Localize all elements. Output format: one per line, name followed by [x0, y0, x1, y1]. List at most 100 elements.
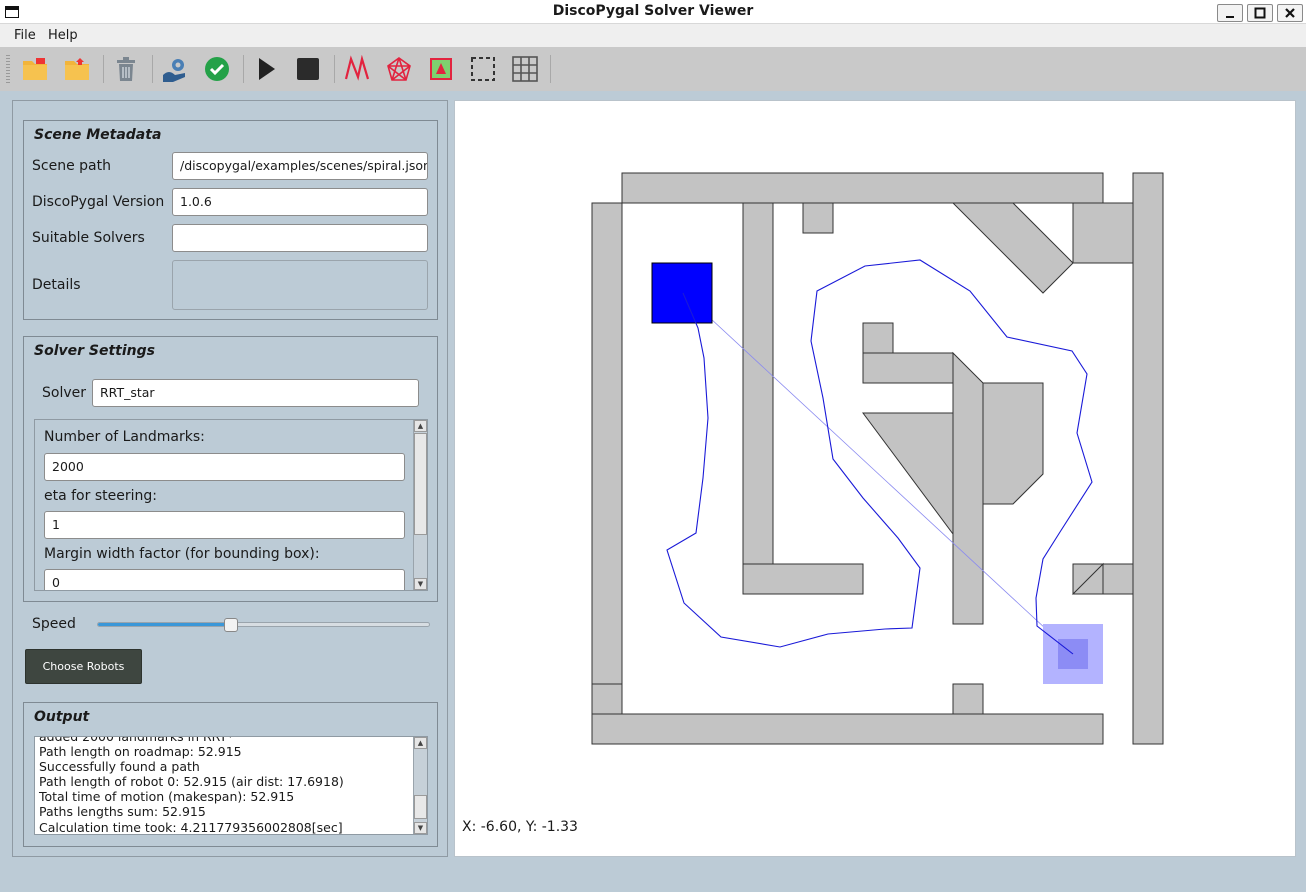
- title-bar: DiscoPygal Solver Viewer: [0, 0, 1306, 24]
- eta-label: eta for steering:: [44, 488, 157, 504]
- open-folder-button[interactable]: [61, 53, 93, 85]
- toolbar-grip[interactable]: [6, 55, 10, 83]
- close-icon: [1285, 8, 1295, 18]
- version-label: DiscoPygal Version: [32, 194, 165, 210]
- landmarks-label: Number of Landmarks:: [44, 429, 205, 445]
- obstacle: [951, 202, 1074, 294]
- scroll-up-arrow[interactable]: ▲: [414, 737, 427, 749]
- output-scrollbar[interactable]: ▲ ▼: [413, 737, 427, 834]
- toolbar-separator: [152, 55, 153, 83]
- obstacle: [591, 683, 623, 715]
- scene-path-field[interactable]: /discopygal/examples/scenes/spiral.json: [172, 152, 428, 180]
- menu-help[interactable]: Help: [48, 28, 78, 43]
- scene-canvas[interactable]: X: -6.60, Y: -1.33: [454, 100, 1296, 857]
- stop-button[interactable]: [292, 53, 324, 85]
- eta-field[interactable]: 1: [44, 511, 405, 539]
- scene-path-label: Scene path: [32, 158, 111, 174]
- obstacle: [862, 322, 894, 354]
- output-line: Total time of motion (makespan): 52.915: [39, 789, 295, 805]
- solver-params-scroll-area[interactable]: Number of Landmarks: 2000 eta for steeri…: [34, 419, 428, 591]
- obstacle: [952, 683, 984, 715]
- robot-start: [651, 262, 713, 324]
- margin-field[interactable]: 0: [44, 569, 405, 590]
- output-line: Successfully found a path: [39, 759, 200, 775]
- menu-file[interactable]: File: [14, 28, 36, 43]
- stop-icon: [297, 58, 319, 80]
- scene-drawing: [591, 172, 1164, 745]
- open-folder-icon: [65, 58, 89, 80]
- choose-robots-button[interactable]: Choose Robots: [25, 649, 142, 684]
- details-label: Details: [32, 277, 81, 293]
- obstacle: [742, 563, 864, 595]
- minimize-icon: [1226, 16, 1234, 18]
- minimize-button[interactable]: [1217, 4, 1243, 22]
- grid-button[interactable]: [509, 53, 541, 85]
- output-title: Output: [34, 709, 90, 725]
- open-scene-icon: [23, 58, 47, 80]
- suitable-solvers-label: Suitable Solvers: [32, 230, 145, 246]
- show-path-icon: [344, 55, 370, 81]
- open-scene-button[interactable]: [19, 53, 51, 85]
- clear-button[interactable]: [110, 53, 142, 85]
- play-button[interactable]: [250, 53, 282, 85]
- toolbar-separator: [334, 55, 335, 83]
- speed-slider-fill: [98, 623, 232, 626]
- speed-slider-handle[interactable]: [224, 618, 239, 632]
- close-button[interactable]: [1277, 4, 1303, 22]
- toolbar-separator: [103, 55, 104, 83]
- speed-slider[interactable]: [97, 618, 430, 632]
- trash-icon: [117, 57, 135, 81]
- maximize-button[interactable]: [1247, 4, 1273, 22]
- grid-icon: [512, 56, 538, 82]
- output-line: added 2000 landmarks in RRT*: [39, 736, 234, 744]
- obstacle: [802, 202, 834, 234]
- landmarks-field[interactable]: 2000: [44, 453, 405, 481]
- version-field[interactable]: 1.0.6: [172, 188, 428, 216]
- obstacle: [1072, 202, 1134, 264]
- obstacle: [952, 351, 984, 625]
- obstacle: [742, 202, 774, 565]
- obstacle: [1132, 172, 1164, 745]
- solver-settings-group: Solver Settings Solver RRT_star Number o…: [23, 336, 438, 602]
- verify-icon: [205, 57, 229, 81]
- toolbar-separator: [243, 55, 244, 83]
- output-lines: added 2000 landmarks in RRT* Path length …: [39, 736, 344, 834]
- solver-settings-button[interactable]: [159, 53, 191, 85]
- solver-field[interactable]: RRT_star: [92, 379, 419, 407]
- output-group: Output added 2000 landmarks in RRT* Path …: [23, 702, 438, 847]
- output-log[interactable]: added 2000 landmarks in RRT* Path length …: [34, 736, 428, 835]
- obstacle: [621, 172, 1104, 204]
- solver-label: Solver: [42, 385, 86, 401]
- params-scrollbar[interactable]: ▲ ▼: [413, 420, 427, 590]
- obstacle: [862, 352, 954, 384]
- scroll-up-arrow[interactable]: ▲: [414, 420, 427, 432]
- select-box-icon: [471, 57, 495, 81]
- verify-button[interactable]: [201, 53, 233, 85]
- show-paths-button[interactable]: [341, 53, 373, 85]
- settings-icon: [163, 59, 185, 82]
- scroll-down-arrow[interactable]: ▼: [414, 822, 427, 834]
- obstacle: [862, 412, 954, 536]
- output-line: Path length on roadmap: 52.915: [39, 744, 242, 760]
- solver-settings-title: Solver Settings: [34, 343, 155, 359]
- toolbar-separator: [550, 55, 551, 83]
- speed-label: Speed: [32, 616, 76, 632]
- scrollbar-thumb[interactable]: [414, 795, 427, 819]
- obstacle: [591, 202, 623, 685]
- obstacle: [1102, 563, 1134, 595]
- obstacle: [982, 382, 1044, 505]
- side-panel: Scene Metadata Scene path /discopygal/ex…: [12, 100, 448, 857]
- select-area-button[interactable]: [467, 53, 499, 85]
- cursor-coordinates: X: -6.60, Y: -1.33: [462, 819, 578, 835]
- scroll-down-arrow[interactable]: ▼: [414, 578, 427, 590]
- scrollbar-thumb[interactable]: [414, 433, 427, 535]
- play-icon: [259, 58, 275, 80]
- window-title: DiscoPygal Solver Viewer: [552, 3, 754, 19]
- bounding-box-button[interactable]: [425, 53, 457, 85]
- suitable-solvers-field[interactable]: [172, 224, 428, 252]
- menu-bar: File Help: [0, 24, 1306, 47]
- details-field[interactable]: [172, 260, 428, 310]
- scene-metadata-group: Scene Metadata Scene path /discopygal/ex…: [23, 120, 438, 320]
- scene-metadata-title: Scene Metadata: [34, 127, 162, 143]
- show-roadmap-button[interactable]: [383, 53, 415, 85]
